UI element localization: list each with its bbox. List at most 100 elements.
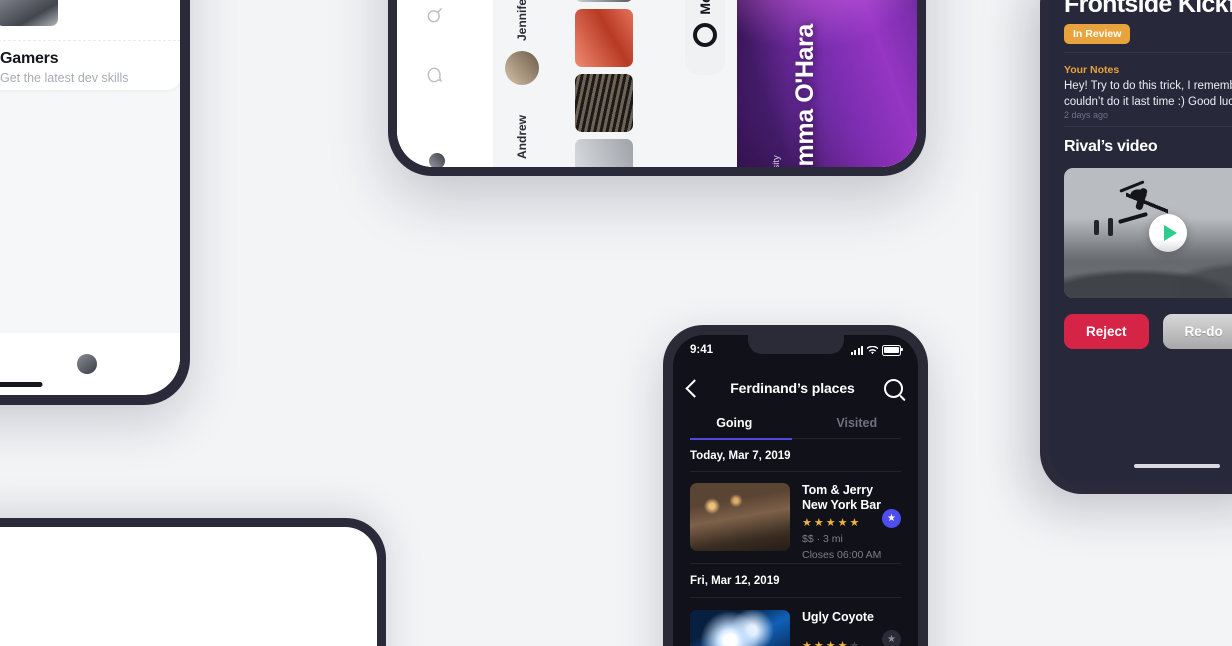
record-icon	[693, 22, 717, 47]
redo-button[interactable]: Re-do	[1162, 314, 1232, 349]
notes-body: Hey! Try to do this trick, I remember yo…	[1064, 80, 1232, 109]
place-name-line1: Ugly Coyote	[802, 610, 874, 624]
figure	[1094, 220, 1099, 235]
places-phone-device: 9:41 Ferdinand’s places Going Visited To…	[663, 325, 928, 646]
message-button-label: Message	[697, 0, 713, 15]
video-preview[interactable]: Gemma O'Hara University i	[737, 0, 917, 167]
places-phone-screen: 9:41 Ferdinand’s places Going Visited To…	[673, 335, 918, 646]
star-icon: ★	[837, 516, 848, 529]
avatar[interactable]	[429, 153, 445, 167]
date-header: Today, Mar 7, 2019	[690, 450, 791, 462]
video-thumbnail[interactable]	[1064, 168, 1232, 298]
avatar-icon[interactable]	[77, 354, 98, 374]
landscape-phone-device: Andrew Jennifer Artem Jess	[388, 0, 926, 176]
divider	[1064, 126, 1232, 127]
communities-list: Join VR Meetup 10-12 PM	[0, 0, 180, 395]
tab-going[interactable]: Going	[673, 407, 796, 439]
divider	[1064, 52, 1232, 53]
star-icon: ★	[802, 516, 812, 529]
wifi-icon	[866, 345, 879, 355]
play-icon[interactable]	[1149, 214, 1187, 252]
star-icon: ★	[849, 516, 860, 529]
message-button[interactable]: Message	[685, 0, 725, 75]
community-card-body: Gamers Get the latest dev skills	[0, 41, 180, 90]
thumbnail-strip	[575, 0, 633, 167]
star-icon: ★	[825, 516, 836, 529]
section-heading: Rival’s video	[1064, 138, 1158, 155]
person-name: Andrew	[515, 114, 529, 159]
page-title: Frontside Kickflip	[1064, 0, 1232, 18]
search-icon[interactable]	[883, 378, 903, 398]
table-row[interactable]: Ugly Coyote ★ ★ ★ ★ ★ ★	[690, 610, 901, 646]
tab-visited[interactable]: Visited	[796, 407, 919, 439]
thumbnail[interactable]	[575, 74, 633, 132]
community-card-header	[0, 0, 180, 41]
skateboarder-arm	[1119, 180, 1145, 194]
reject-button[interactable]: Reject	[1064, 314, 1149, 349]
landscape-phone-content: Andrew Jennifer Artem Jess	[397, 0, 917, 167]
tab-active-indicator	[690, 438, 792, 440]
communities-phone-device: Join VR Meetup 10-12 PM	[0, 0, 190, 405]
review-phone-device: Frontside Kickflip In Review Your Notes …	[1040, 0, 1232, 494]
place-info: Ugly Coyote ★ ★ ★ ★ ★ ★	[802, 610, 901, 646]
mockup-collage: Join VR Meetup 10-12 PM	[0, 0, 1232, 646]
action-buttons: Reject Re-do Accept	[1064, 314, 1232, 349]
home-indicator	[0, 382, 43, 387]
workout-phone-screen: 9:41 John Auron, 25	[0, 527, 377, 646]
table-row[interactable]: Tom & Jerry New York Bar ★ ★ ★ ★ ★ $$ · …	[690, 483, 901, 561]
status-indicators	[851, 344, 903, 356]
star-icon: ★	[838, 641, 848, 646]
list-item[interactable]: Andrew	[505, 115, 539, 167]
skateboarder-silhouette	[1126, 186, 1168, 218]
place-meta-price-distance: $$ · 3 mi	[802, 532, 843, 545]
signal-icon	[851, 345, 863, 355]
star-icon: ★	[813, 516, 824, 529]
status-bar: 9:41	[673, 335, 918, 365]
video-person-name: Gemma O'Hara	[791, 24, 819, 167]
place-thumbnail	[690, 610, 790, 646]
star-icon: ★	[802, 641, 812, 646]
figure	[1108, 218, 1113, 236]
community-card[interactable]: Gamers Get the latest dev skills	[0, 0, 180, 90]
community-avatars	[0, 0, 58, 26]
thumbnail[interactable]	[575, 0, 633, 2]
divider	[690, 597, 901, 598]
notes-label: Your Notes	[1064, 64, 1120, 76]
tab-bar: Going Visited	[673, 407, 918, 439]
page-title: Ferdinand’s places	[730, 380, 855, 396]
divider	[690, 471, 901, 472]
nav-bar: Ferdinand’s places	[673, 371, 918, 405]
search-panel	[397, 0, 493, 167]
star-icon: ★	[850, 641, 860, 646]
battery-icon	[882, 344, 903, 356]
communities-phone-screen: Join VR Meetup 10-12 PM	[0, 0, 180, 395]
notes-timestamp: 2 days ago	[1064, 110, 1109, 120]
avatar	[505, 51, 539, 85]
home-indicator	[1134, 464, 1220, 468]
skateboarder-body	[1135, 187, 1148, 211]
place-thumbnail	[690, 483, 790, 551]
status-time: 9:41	[690, 344, 714, 356]
back-chevron-icon[interactable]	[685, 378, 704, 398]
skateboard-deck	[1118, 211, 1148, 225]
people-list: Andrew Jennifer Artem Jess	[493, 0, 559, 167]
place-info: Tom & Jerry New York Bar ★ ★ ★ ★ ★ $$ · …	[802, 483, 901, 561]
landscape-phone-screen: Andrew Jennifer Artem Jess	[397, 0, 917, 167]
list-item[interactable]: Jennifer	[505, 0, 539, 85]
thumbnail[interactable]	[575, 139, 633, 167]
video-person-subtitle: University	[771, 155, 782, 167]
person-name: Jennifer	[515, 0, 529, 41]
star-icon: ★	[826, 641, 836, 646]
favorite-button[interactable]: ★	[882, 509, 901, 528]
favorite-button[interactable]: ★	[882, 630, 901, 646]
community-title: Gamers	[0, 50, 59, 67]
thumbnail[interactable]	[575, 9, 633, 67]
community-card-row-2: Join Development lifehacks Get the lates…	[0, 0, 180, 90]
chat-bubble-icon[interactable]	[425, 65, 450, 85]
date-header: Fri, Mar 12, 2019	[690, 575, 780, 587]
community-subtitle: Get the latest dev skills	[0, 71, 129, 85]
place-meta-hours: Closes 06:00 AM	[802, 548, 882, 561]
search-icon[interactable]	[425, 5, 450, 25]
workout-phone-device: 9:41 John Auron, 25	[0, 518, 386, 646]
star-icon: ★	[814, 641, 824, 646]
